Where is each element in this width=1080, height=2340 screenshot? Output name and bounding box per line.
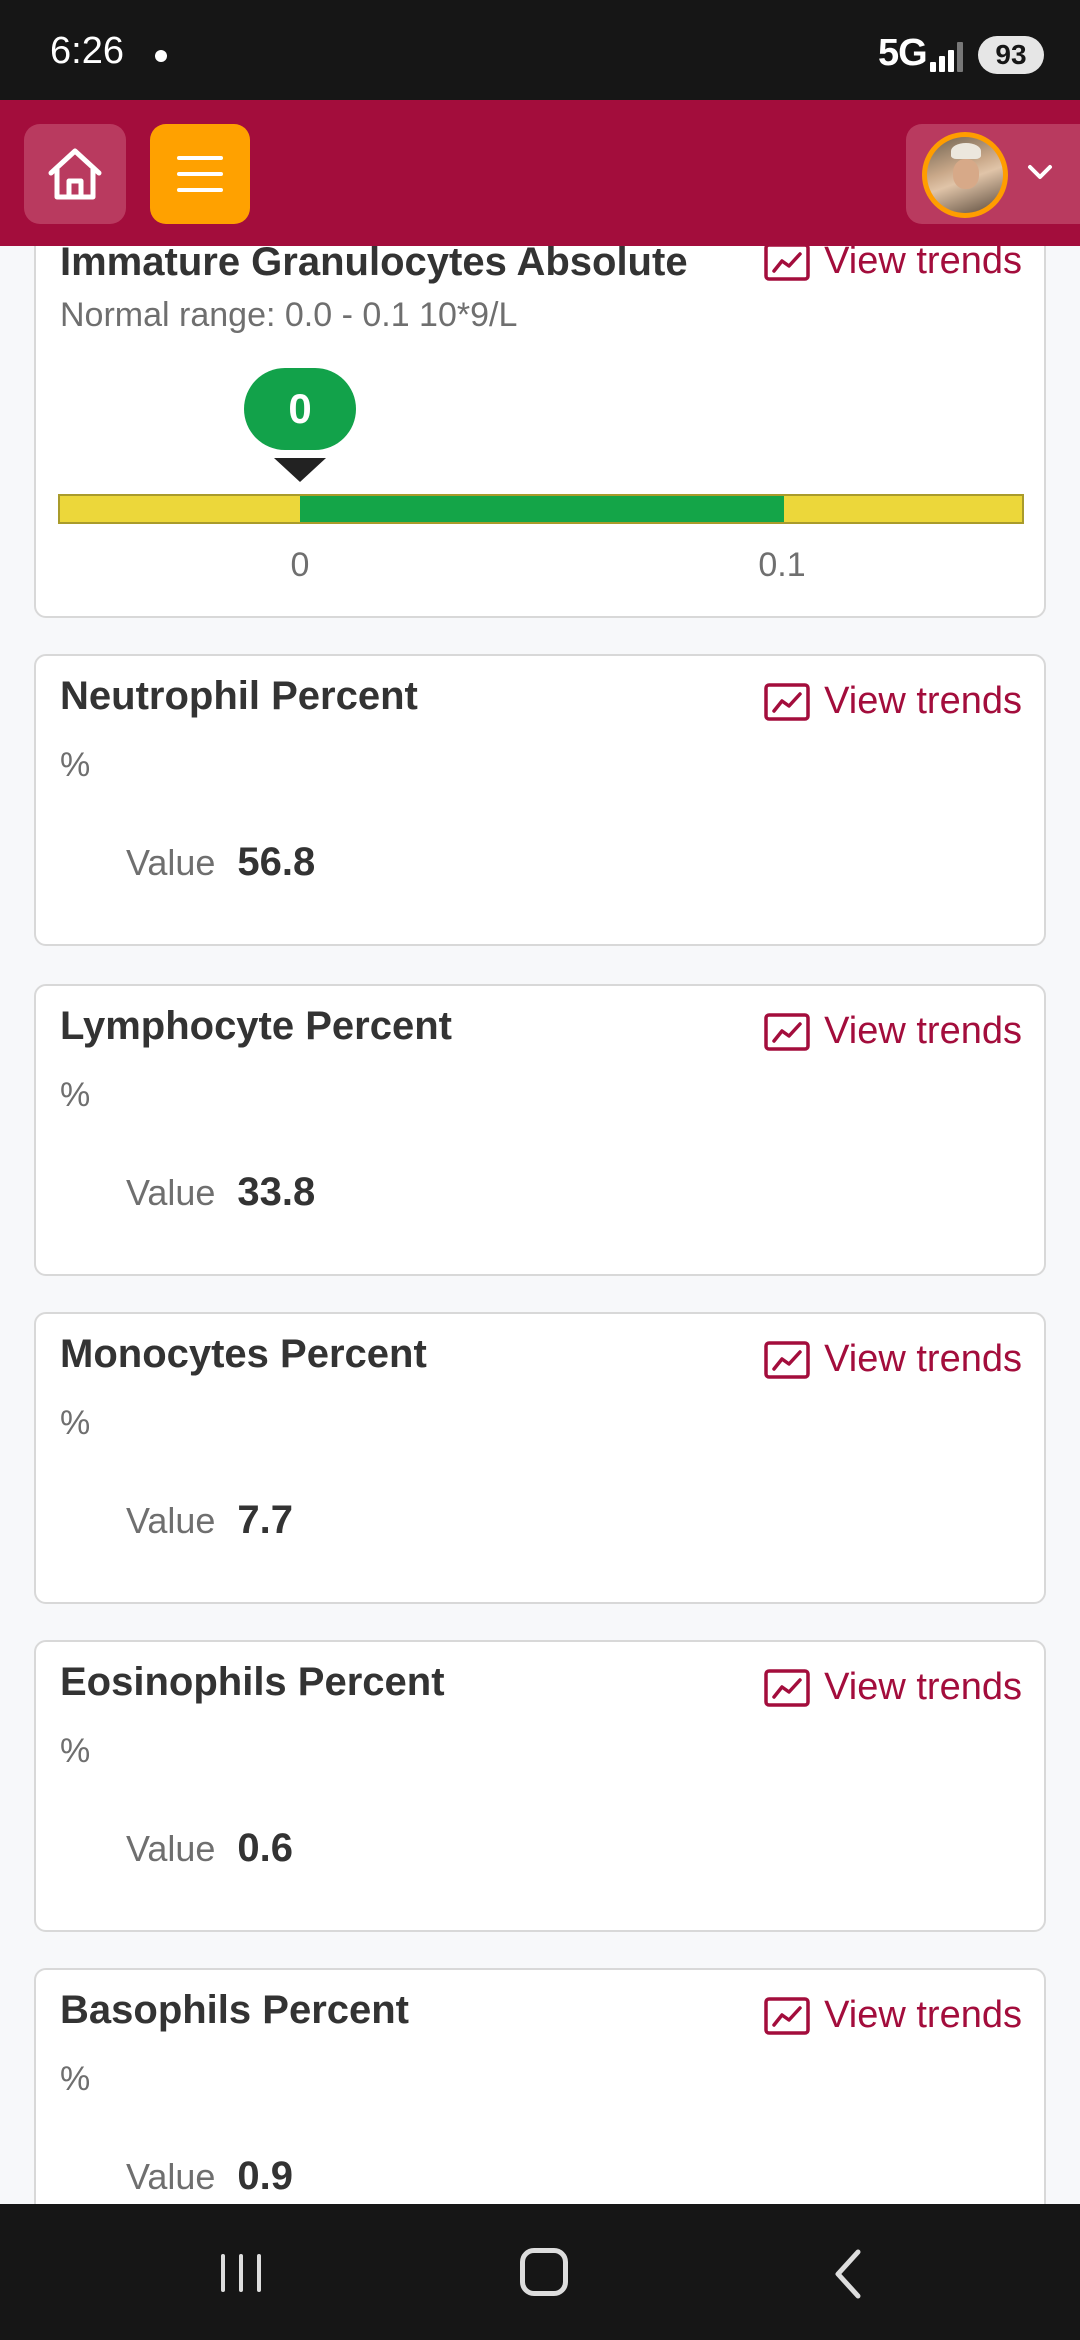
result-title: Lymphocyte Percent [60, 1004, 452, 1048]
view-trends-link[interactable]: View trends [764, 1666, 1022, 1709]
home-button[interactable] [24, 124, 126, 224]
view-trends-link[interactable]: View trends [764, 680, 1022, 723]
result-value: 33.8 [237, 1170, 316, 1214]
result-unit: % [60, 746, 91, 784]
result-value-bubble: 0 [244, 368, 356, 450]
network-type: 5G [878, 32, 928, 74]
result-value-row: Value 7.7 [126, 1498, 293, 1543]
result-unit: % [60, 2060, 91, 2098]
value-label: Value [126, 1500, 216, 1541]
view-trends-label: View trends [824, 1010, 1022, 1052]
trend-chart-icon [764, 1340, 810, 1379]
range-tick-low: 0 [290, 546, 310, 584]
trend-chart-icon [764, 1668, 810, 1707]
view-trends-link[interactable]: View trends [764, 1338, 1022, 1381]
result-value: 56.8 [237, 840, 316, 884]
chevron-down-icon [1028, 165, 1052, 179]
status-time: 6:26 [50, 30, 124, 72]
value-label: Value [126, 1172, 216, 1213]
range-tick-high: 0.1 [758, 546, 806, 584]
result-unit: % [60, 1404, 91, 1442]
trend-chart-icon [764, 1012, 810, 1051]
trend-chart-icon [764, 682, 810, 721]
result-title: Monocytes Percent [60, 1332, 427, 1376]
view-trends-link[interactable]: View trends [764, 1994, 1022, 2037]
result-card-immature-granulocytes: Immature Granulocytes Absolute View tren… [34, 246, 1046, 618]
result-unit: % [60, 1732, 91, 1770]
range-bar-normal-segment [300, 496, 784, 522]
view-trends-link[interactable]: View trends [764, 1010, 1022, 1053]
result-card-monocytes: Monocytes Percent View trends % Value 7.… [34, 1312, 1046, 1604]
menu-button[interactable] [150, 124, 250, 224]
result-title: Basophils Percent [60, 1988, 410, 2032]
range-bar-low-segment [60, 496, 300, 522]
value-label: Value [126, 842, 216, 883]
result-card-basophils: Basophils Percent View trends % Value 0.… [34, 1968, 1046, 2204]
view-trends-label: View trends [824, 1666, 1022, 1708]
view-trends-label: View trends [824, 1994, 1022, 2036]
range-bar [58, 494, 1024, 524]
value-label: Value [126, 2156, 216, 2197]
user-avatar [922, 132, 1008, 218]
value-marker-icon [274, 458, 326, 482]
system-home-button[interactable] [520, 2248, 568, 2296]
result-value-row: Value 56.8 [126, 840, 315, 885]
account-menu-button[interactable] [906, 124, 1080, 224]
system-nav-bar [0, 2204, 1080, 2340]
result-value-row: Value 0.9 [126, 2154, 293, 2199]
trend-chart-icon [764, 1996, 810, 2035]
notification-dot-icon [155, 50, 167, 62]
results-list[interactable]: Immature Granulocytes Absolute View tren… [0, 246, 1080, 2204]
result-card-eosinophils: Eosinophils Percent View trends % Value … [34, 1640, 1046, 1932]
result-unit: % [60, 1076, 91, 1114]
range-bar-high-segment [784, 496, 1022, 522]
recent-apps-button[interactable] [218, 2252, 264, 2294]
view-trends-label: View trends [824, 246, 1022, 282]
view-trends-label: View trends [824, 680, 1022, 722]
result-value: 0.6 [237, 1826, 294, 1870]
normal-range-text: Normal range: 0.0 - 0.1 10*9/L [60, 296, 518, 334]
battery-indicator: 93 [978, 36, 1044, 74]
result-title: Neutrophil Percent [60, 674, 418, 718]
view-trends-label: View trends [824, 1338, 1022, 1380]
result-card-lymphocyte: Lymphocyte Percent View trends % Value 3… [34, 984, 1046, 1276]
result-value: 0.9 [237, 2154, 294, 2198]
view-trends-link[interactable]: View trends [764, 246, 1022, 283]
app-header [0, 100, 1080, 246]
status-bar: 6:26 5G 93 [0, 0, 1080, 100]
result-value: 7.7 [237, 1498, 294, 1542]
back-button[interactable] [830, 2248, 866, 2300]
result-title: Eosinophils Percent [60, 1660, 445, 1704]
home-icon [48, 148, 102, 200]
result-card-neutrophil: Neutrophil Percent View trends % Value 5… [34, 654, 1046, 946]
result-value-row: Value 33.8 [126, 1170, 315, 1215]
signal-strength-icon [930, 38, 970, 72]
result-title: Immature Granulocytes Absolute [60, 246, 688, 284]
result-value-row: Value 0.6 [126, 1826, 293, 1871]
hamburger-menu-icon [177, 156, 223, 192]
trend-chart-icon [764, 246, 810, 281]
value-label: Value [126, 1828, 216, 1869]
